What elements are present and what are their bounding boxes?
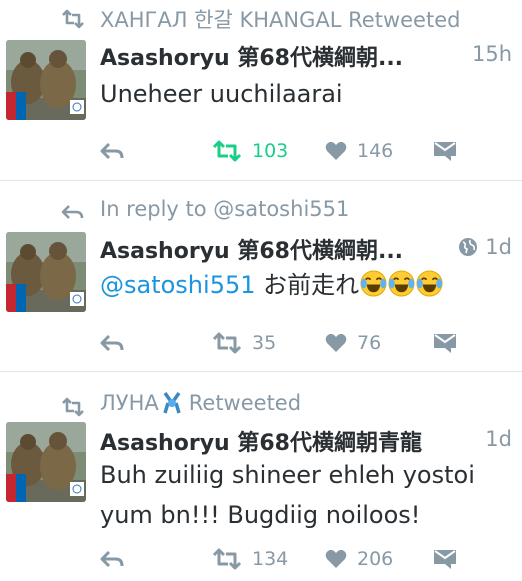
- tweet-actions: 35 76: [0, 328, 522, 358]
- timestamp-with-globe: 1d: [458, 235, 512, 259]
- heart-icon: [325, 141, 347, 160]
- retweet-context-text[interactable]: ХАНГАЛ 한갈 KHANGAL Retweeted: [100, 4, 460, 34]
- author-name[interactable]: Asashoryu 第68代横綱朝...: [100, 233, 403, 265]
- tweet-1[interactable]: ХАНГАЛ 한갈 KHANGAL Retweeted Asashoryu 第6…: [0, 0, 522, 180]
- retweet-button[interactable]: 134: [212, 544, 288, 574]
- tweet-text-line: yum bn!!! Bugdiig noiloos!: [100, 501, 421, 529]
- author-name[interactable]: Asashoryu 第68代横綱朝青龍: [100, 425, 422, 457]
- like-button[interactable]: 206: [325, 544, 393, 574]
- author-name[interactable]: Asashoryu 第68代横綱朝...: [100, 40, 403, 72]
- retweet-button[interactable]: 103: [212, 136, 288, 166]
- tweet-text-body: お前走れ: [255, 271, 360, 299]
- tweet-text-line: Buh zuiliig shineer ehleh yostoi: [100, 461, 475, 489]
- reply-icon: [100, 334, 124, 352]
- timestamp: 1d: [485, 235, 512, 259]
- globe-icon: [459, 238, 478, 256]
- timestamp: 1d: [485, 427, 512, 451]
- retweeted-label: Retweeted: [188, 391, 302, 415]
- message-button[interactable]: [433, 328, 457, 358]
- message-button[interactable]: [433, 136, 457, 166]
- like-count: 76: [357, 332, 382, 354]
- reply-icon: [61, 205, 84, 219]
- retweet-count: 103: [252, 140, 289, 162]
- heart-icon: [325, 549, 347, 568]
- direct-message-icon: [434, 550, 456, 569]
- tweet-actions: 103 146: [0, 136, 522, 166]
- retweet-count: 35: [252, 332, 277, 354]
- ribbon-icon: [163, 391, 181, 414]
- direct-message-icon: [434, 334, 456, 353]
- retweet-icon: [62, 397, 84, 417]
- reply-button[interactable]: [100, 328, 124, 358]
- message-button[interactable]: [433, 544, 457, 574]
- avatar[interactable]: [6, 40, 86, 120]
- heart-icon: [325, 333, 347, 352]
- tweet-2[interactable]: In reply to @satoshi551 Asashoryu 第68代横綱…: [0, 181, 522, 371]
- reply-icon: [100, 142, 124, 160]
- like-count: 146: [357, 140, 394, 162]
- timestamp: 15h: [471, 42, 512, 66]
- reply-button[interactable]: [100, 544, 124, 574]
- laughing-tears-emoji: [360, 270, 387, 297]
- retweet-icon: [212, 548, 242, 570]
- retweet-button[interactable]: 35: [212, 328, 276, 358]
- retweet-icon: [212, 332, 242, 354]
- tweet-actions: 134 206: [0, 544, 522, 574]
- retweet-count: 134: [252, 548, 289, 570]
- like-button[interactable]: 76: [325, 328, 381, 358]
- tweet-text: Uneheer uuchilaarai: [100, 80, 343, 108]
- like-count: 206: [357, 548, 394, 570]
- avatar[interactable]: [6, 422, 86, 502]
- retweeter-name[interactable]: ЛУНА: [100, 391, 159, 415]
- retweet-icon: [212, 140, 242, 162]
- avatar[interactable]: [6, 232, 86, 312]
- laughing-tears-emoji: [388, 270, 415, 297]
- reply-button[interactable]: [100, 136, 124, 166]
- tweet-text: Buh zuiliig shineer ehleh yostoi yum bn!…: [100, 457, 510, 533]
- tweet-3[interactable]: ЛУНА Retweeted Asashoryu 第68代横綱朝青龍 1d Bu…: [0, 372, 522, 581]
- like-button[interactable]: 146: [325, 136, 393, 166]
- direct-message-icon: [434, 142, 456, 161]
- laughing-tears-emoji: [416, 270, 443, 297]
- mention-link[interactable]: @satoshi551: [100, 271, 256, 299]
- reply-context-text[interactable]: In reply to @satoshi551: [100, 197, 349, 221]
- retweet-context[interactable]: ЛУНА Retweeted: [100, 391, 301, 415]
- reply-icon: [100, 550, 124, 568]
- retweet-icon: [62, 9, 84, 29]
- tweet-text: @satoshi551 お前走れ: [100, 267, 510, 303]
